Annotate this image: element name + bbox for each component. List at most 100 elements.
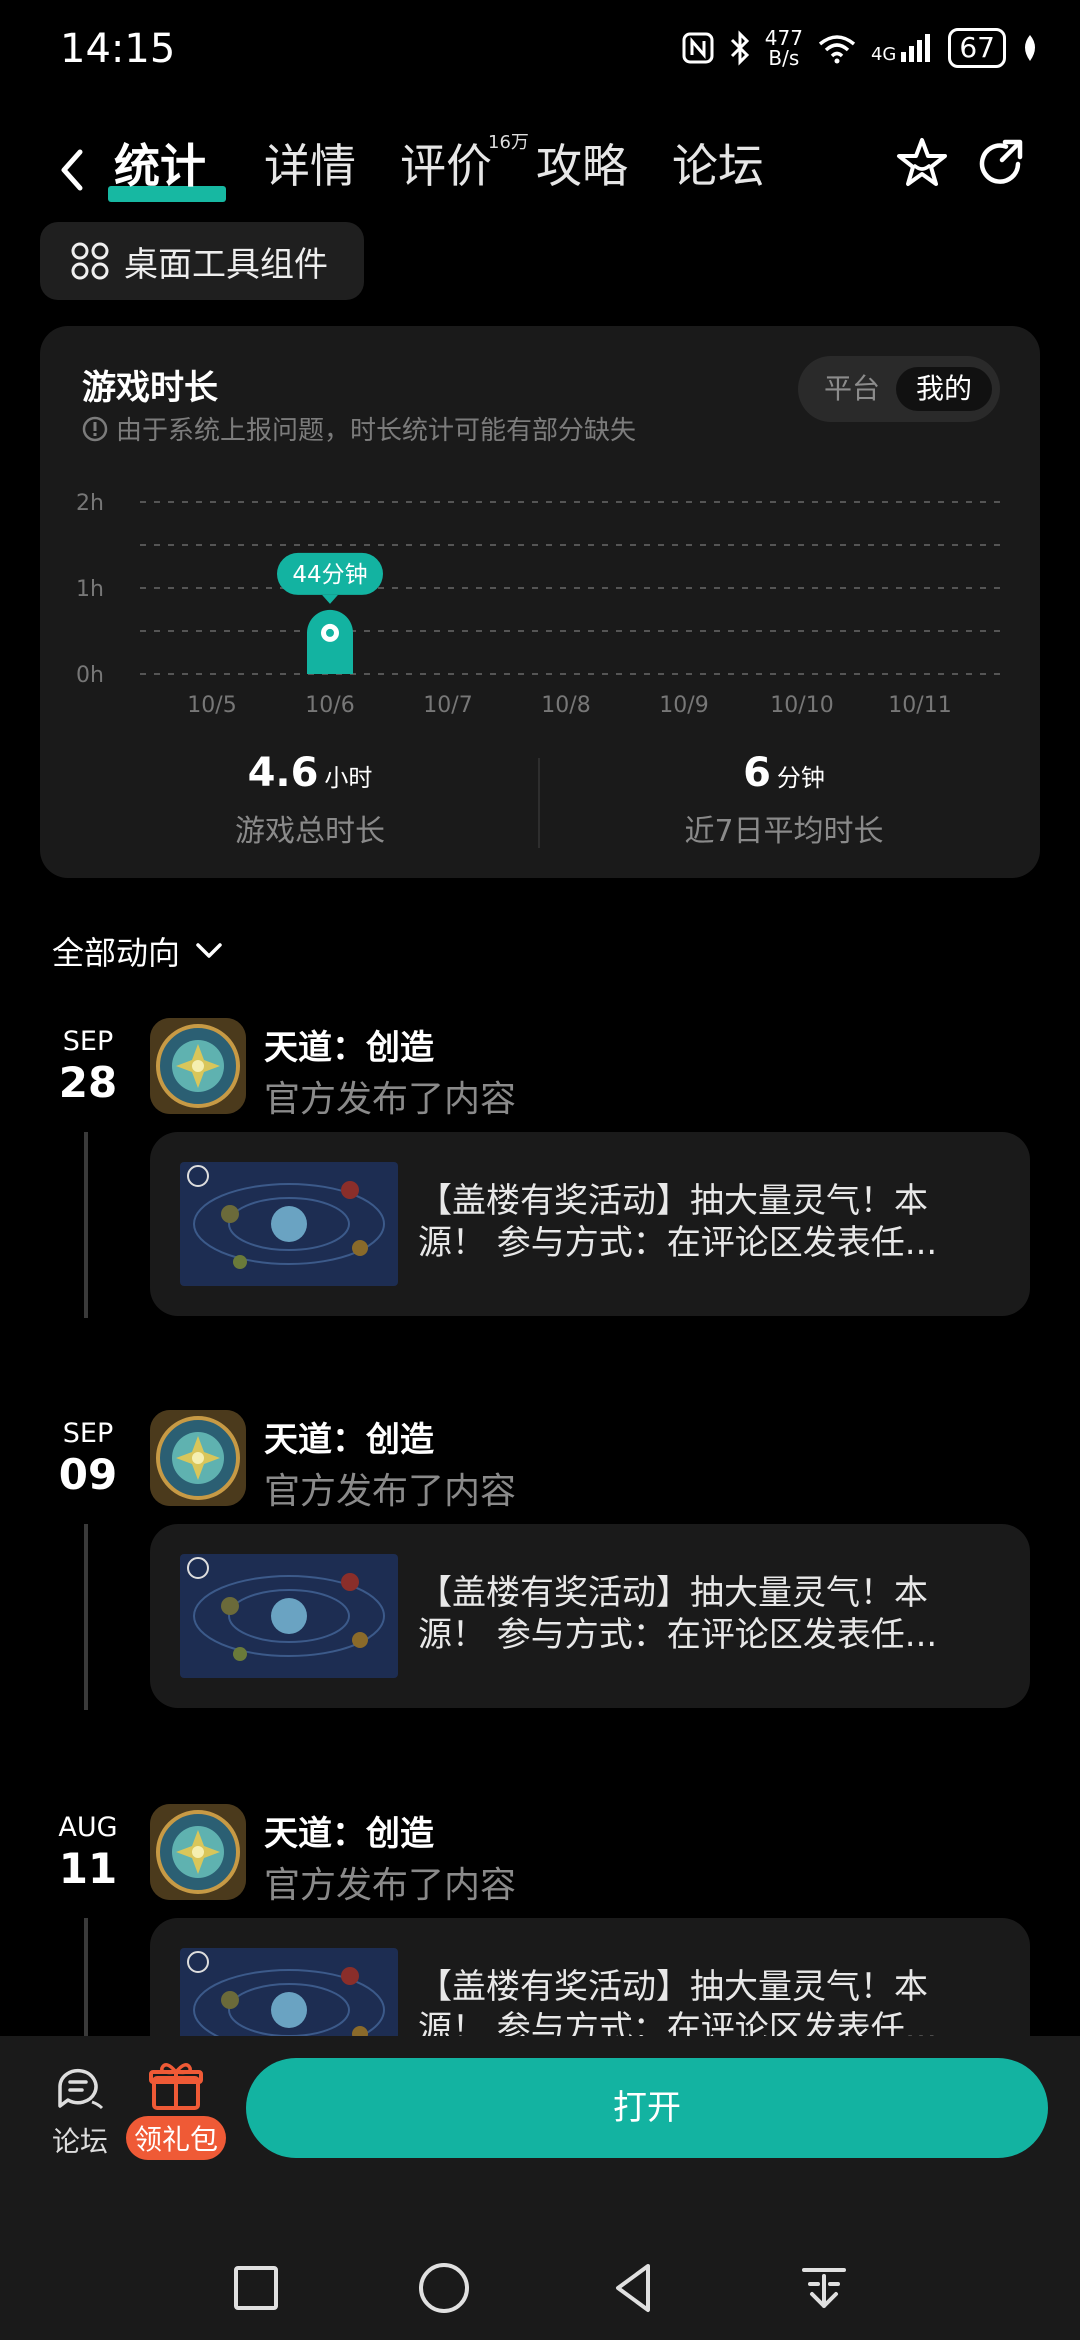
post-thumbnail [180,1162,398,1286]
chart-x-tick: 10/6 [305,693,354,716]
open-game-button[interactable]: 打开 [246,2058,1048,2158]
post-text: 【盖楼有奖活动】抽大量灵气！本源！ 参与方式：在评论区发表任... [418,1181,938,1263]
post-author[interactable]: 天道：创造 [264,1020,434,1069]
post-action: 官方发布了内容 [264,1865,517,1906]
card-title: 游戏时长 [82,368,218,408]
chart-y-tick: 2h [76,491,104,516]
favorite-star-icon[interactable] [892,134,952,194]
chart-tooltip-pointer [322,594,338,604]
signal-icon [901,34,931,62]
net-speed-unit: B/s [768,46,800,70]
status-time: 14:15 [60,26,176,72]
post-thumbnail [180,1554,398,1678]
wifi-icon [818,35,856,64]
post-action: 官方发布了内容 [264,1471,517,1512]
game-avatar[interactable] [150,1018,246,1114]
tab-stats[interactable]: 统计 [114,130,206,196]
weekly-average-unit: 分钟 [776,764,825,792]
tab-details[interactable]: 详情 [264,130,356,196]
forum-button-label: 论坛 [51,2125,108,2158]
post-content-card[interactable]: 【盖楼有奖活动】抽大量灵气！本源！ 参与方式：在评论区发表任... [150,1524,1030,1708]
network-type: 4G [870,44,897,65]
weekly-average-time: 6 分钟 近7日平均时长 [574,750,994,850]
stats-divider [538,758,540,848]
widgets-icon [71,242,109,280]
tab-forum[interactable]: 论坛 [672,130,764,196]
chart-y-tick: 0h [76,663,104,688]
post-month: SEP [62,1026,114,1057]
play-time-card: 游戏时长 由于系统上报问题，时长统计可能有部分缺失 平台 我的 0h 1h 2h 10… [40,326,1040,878]
activity-filter-label: 全部动向 [52,934,181,972]
gift-pack-label: 领礼包 [126,2116,226,2160]
post-action: 官方发布了内容 [264,1079,517,1120]
post-month: SEP [62,1418,114,1449]
game-emblem-icon [150,1804,246,1900]
desktop-widget-button[interactable]: 桌面工具组件 [40,222,364,300]
leaf-icon [1025,35,1035,61]
total-play-time-unit: 小时 [324,764,373,792]
net-speed-value: 477 [764,26,803,50]
game-emblem-icon [150,1018,246,1114]
post-month: AUG [58,1812,118,1843]
collapse-nav-icon[interactable] [794,2258,854,2318]
chevron-down-icon [196,943,222,958]
platform-mine-toggle[interactable]: 平台 我的 [798,356,1000,422]
post-day: 28 [58,1058,118,1107]
top-nav: 统计 详情 评价 16万 攻略 论坛 [0,120,1080,220]
tab-reviews[interactable]: 评价 [400,130,492,196]
recent-apps-icon[interactable] [226,2258,286,2318]
chart-bar[interactable] [307,609,353,674]
desktop-widget-label: 桌面工具组件 [124,244,328,285]
tab-guides[interactable]: 攻略 [536,130,628,196]
reviews-count-badge: 16万 [488,132,529,153]
post-day: 09 [58,1450,118,1499]
battery-indicator: 67 [948,28,1006,68]
chart-x-tick: 10/5 [187,693,236,716]
chat-bubble-icon [58,2068,104,2110]
gift-pack-button[interactable]: 领礼包 [126,2060,226,2160]
chart-x-tick: 10/9 [659,693,708,716]
space-thumbnail-icon [180,1554,398,1678]
forum-button[interactable]: 论坛 [40,2064,120,2160]
activity-filter-dropdown[interactable]: 全部动向 [52,928,224,974]
post-author[interactable]: 天道：创造 [264,1412,434,1461]
chart-x-tick: 10/8 [541,693,590,716]
weekly-average-caption: 近7日平均时长 [684,814,884,849]
back-arrow-icon[interactable] [52,140,92,200]
chart-bar-marker-center [326,628,334,637]
cell-signal: 4G [871,32,934,64]
game-avatar[interactable] [150,1410,246,1506]
space-thumbnail-icon [180,1162,398,1286]
feed-post: SEP 28 天道：创造 官方发布了内容 【盖楼有奖活动】抽大量灵气！本源！ 参… [0,1008,1080,1348]
nfc-icon [682,32,714,64]
toggle-platform[interactable]: 平台 [824,367,880,411]
play-time-chart: 0h 1h 2h 10/5 10/6 44分钟 10/7 10/8 10/9 10/10 10/11 [76,491,1000,716]
share-icon[interactable] [972,134,1032,194]
total-play-time-value: 4.6 [247,750,319,796]
info-icon [82,416,108,441]
post-content-card[interactable]: 【盖楼有奖活动】抽大量灵气！本源！ 参与方式：在评论区发表任... [150,1132,1030,1316]
post-author[interactable]: 天道：创造 [264,1806,434,1855]
card-note: 由于系统上报问题，时长统计可能有部分缺失 [82,410,636,447]
game-avatar[interactable] [150,1804,246,1900]
chart-x-tick: 10/10 [770,693,833,716]
gift-icon [149,2063,203,2110]
chart-x-tick: 10/7 [423,693,472,716]
toggle-mine[interactable]: 我的 [896,367,992,411]
status-icons: 477 B/s 4G 67 [681,28,1040,68]
card-note-text: 由于系统上报问题，时长统计可能有部分缺失 [116,416,637,446]
chart-x-tick: 10/11 [888,693,951,716]
feed-post: SEP 09 天道：创造 官方发布了内容 【盖楼有奖活动】抽大量灵气！本源！ 参… [0,1400,1080,1740]
timeline-line [84,1524,88,1710]
chart-y-tick: 1h [76,577,104,602]
back-icon[interactable] [604,2258,664,2318]
total-play-time-caption: 游戏总时长 [235,814,385,849]
total-play-time: 4.6 小时 游戏总时长 [100,750,520,850]
post-day: 11 [58,1844,118,1893]
chart-tooltip-label: 44分钟 [292,562,367,588]
timeline-line [84,1132,88,1318]
net-speed: 477 B/s [765,28,803,68]
game-emblem-icon [150,1410,246,1506]
weekly-average-value: 6 [743,750,771,796]
home-icon[interactable] [414,2258,474,2318]
